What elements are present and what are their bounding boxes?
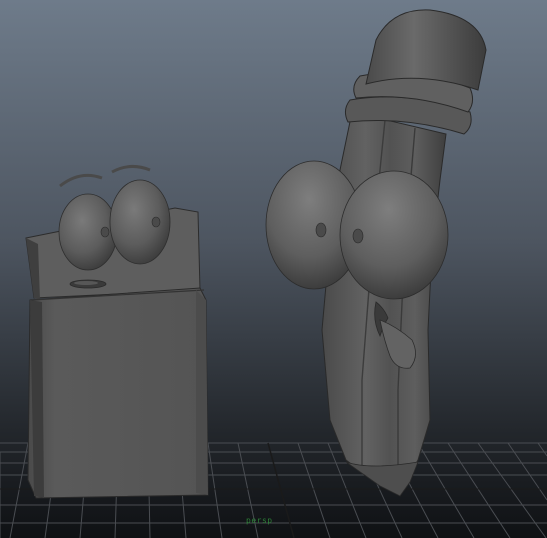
viewport-camera-label: persp (246, 516, 273, 525)
notepad-left-pupil (100, 226, 110, 238)
notepad-right-eye (109, 179, 171, 265)
maya-3d-viewport[interactable]: persp (0, 0, 547, 538)
pencil-right-pupil (352, 228, 364, 244)
notepad-right-pupil (151, 216, 161, 228)
pencil-left-pupil (315, 222, 327, 238)
viewport-canvas[interactable] (0, 0, 547, 538)
